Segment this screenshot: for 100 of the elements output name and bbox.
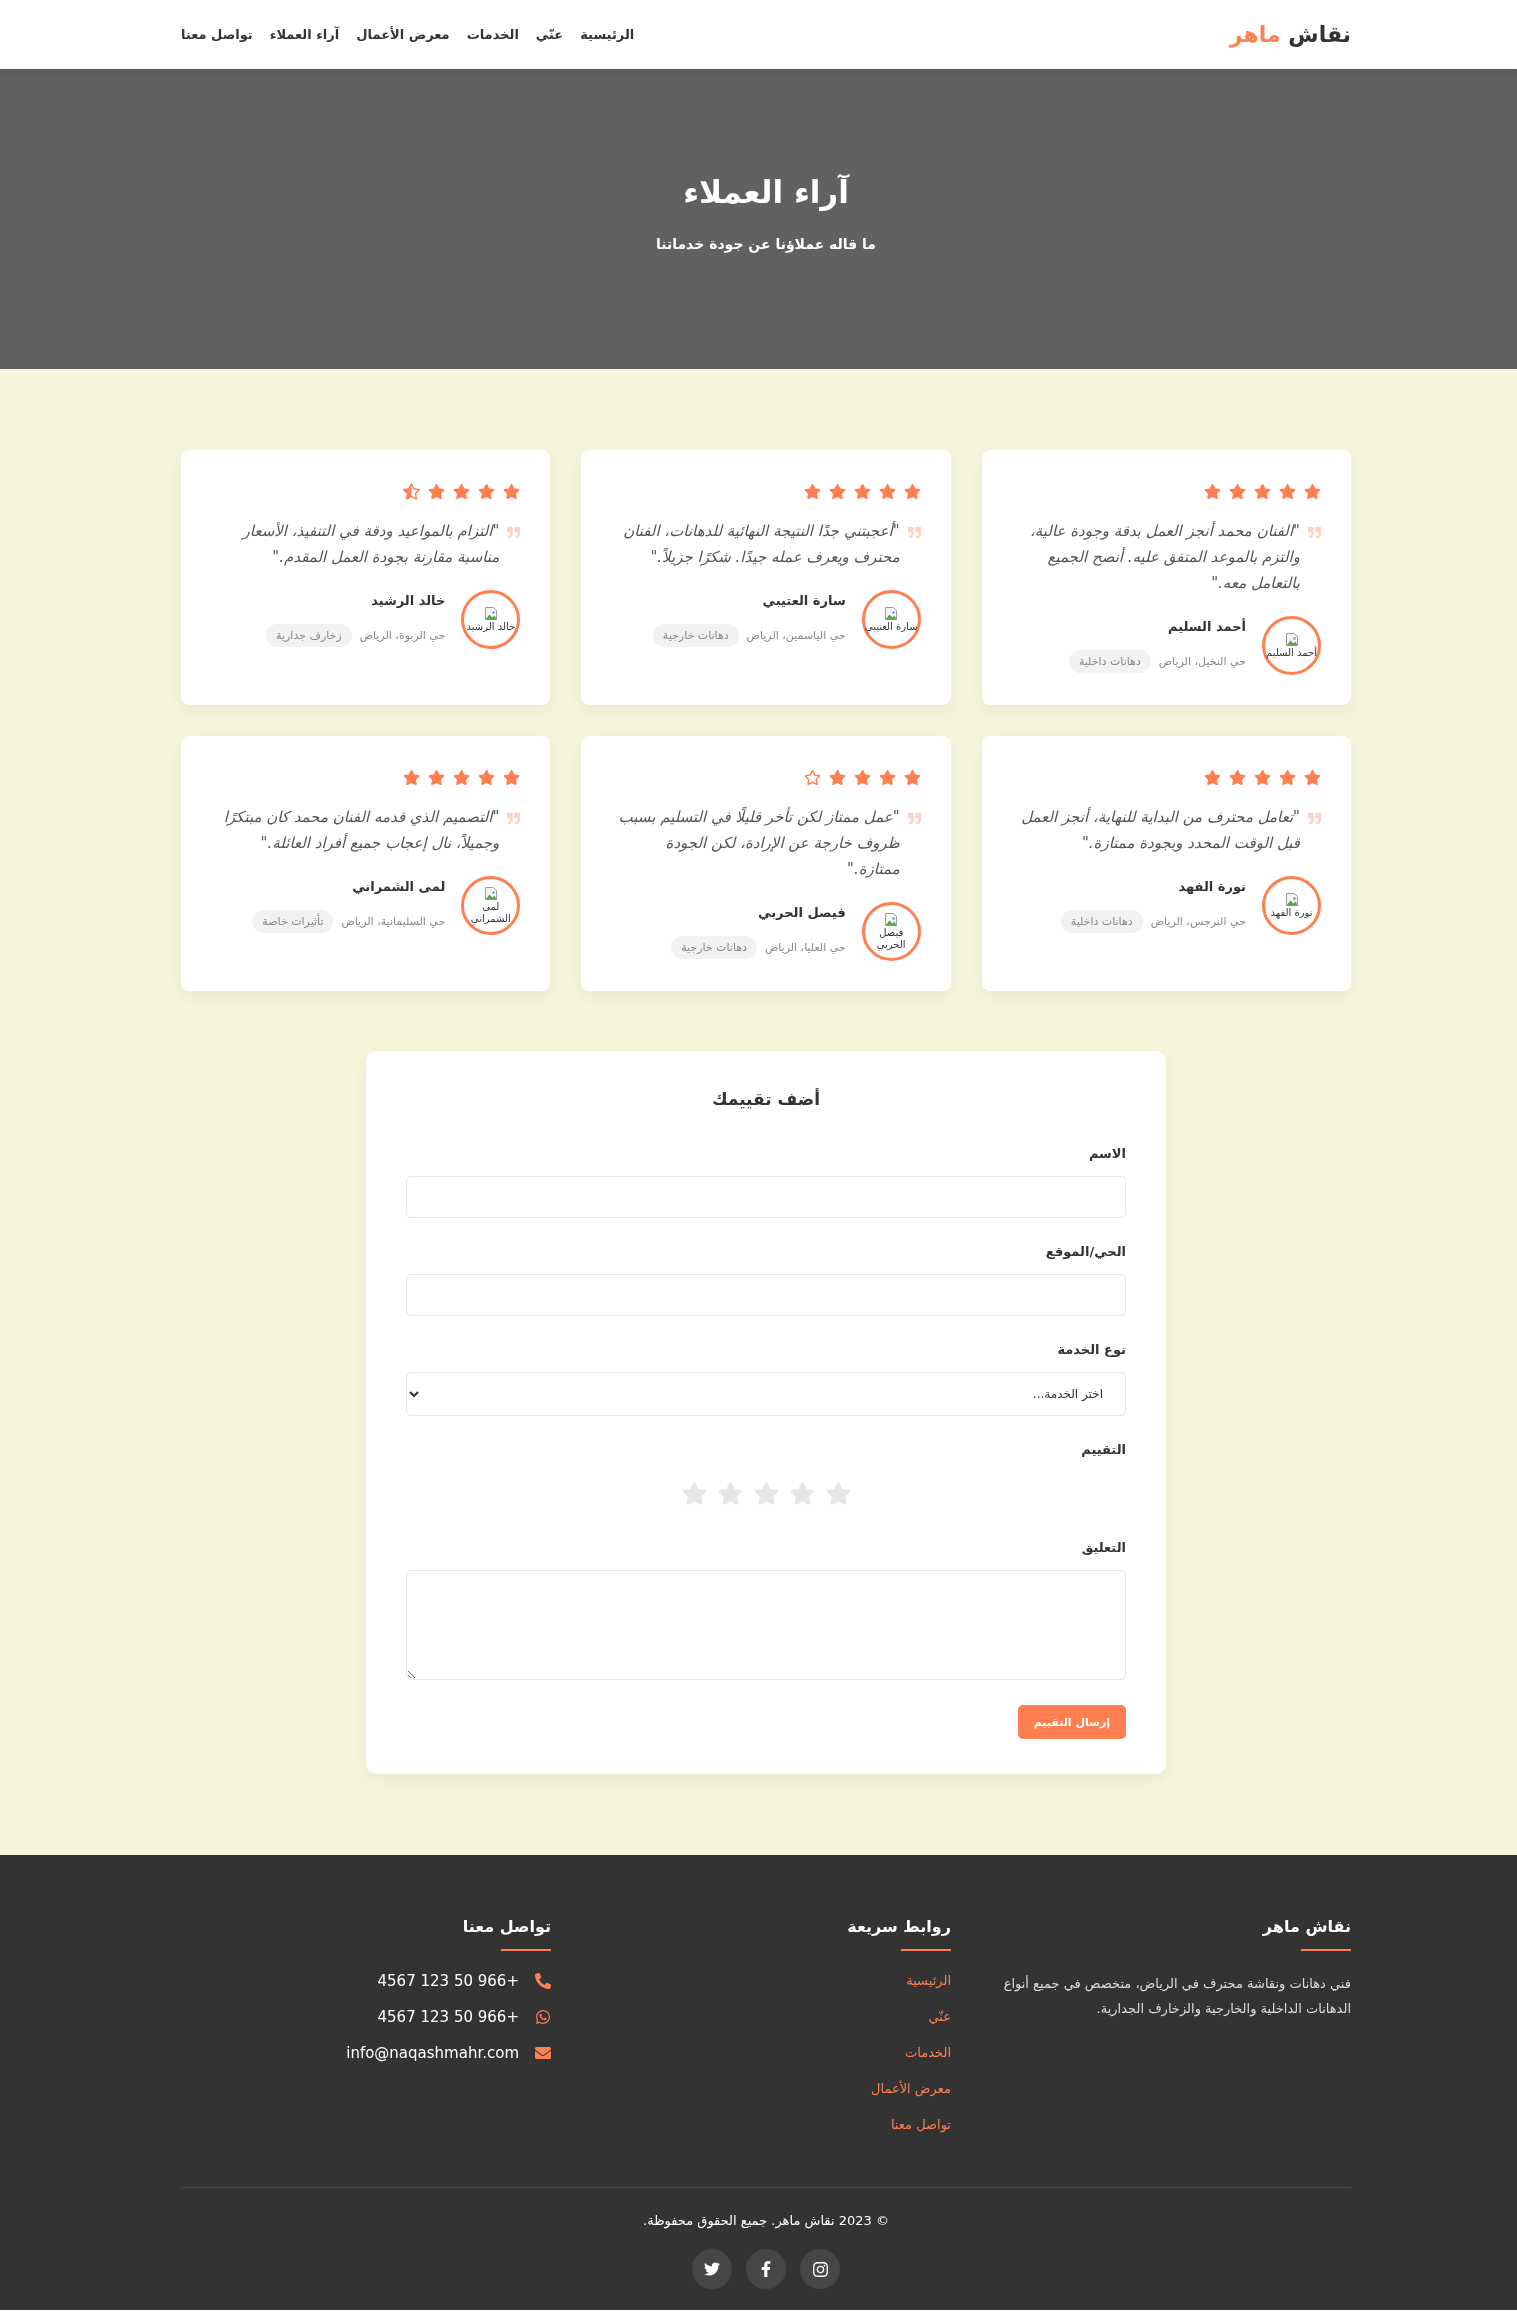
social-link[interactable] — [692, 2249, 732, 2289]
envelope-icon — [535, 2045, 551, 2061]
star-icon — [1304, 482, 1321, 500]
quote-text: "عمل ممتاز لكن تأخر قليلًا في التسليم بسبب ظروف خارجة عن الإرادة، لكن الجودة ممتازة." — [617, 805, 900, 880]
avatar-alt-text: فيصل الحربي — [875, 926, 907, 951]
nav-link[interactable]: معرض الأعمال — [356, 27, 450, 42]
customer-location: حي السليمانية، الرياض — [341, 915, 446, 928]
social-link[interactable] — [746, 2249, 786, 2289]
star-icon — [1229, 482, 1246, 500]
star-icon — [1279, 768, 1296, 786]
logo[interactable]: نقاش ماهر — [1229, 22, 1351, 47]
quote-text: "الفنان محمد أنجز العمل بدقة وجودة عالية، والتزم بالموعد المتفق عليه. أنصح الجميع بالتعامل معه." — [1028, 520, 1300, 594]
quote-icon — [907, 526, 921, 539]
star-icon — [428, 482, 446, 500]
social-link[interactable] — [800, 2249, 840, 2289]
broken-image-icon — [1285, 892, 1298, 906]
service-tag: زخارف جدارية — [266, 624, 352, 647]
input-field[interactable] — [406, 1274, 1126, 1316]
star-icon — [878, 768, 896, 786]
star-icon[interactable] — [789, 1480, 815, 1506]
star-icon — [828, 482, 846, 500]
customer-name: نورة الفهد — [1177, 878, 1246, 896]
select-field[interactable]: اختر الخدمة... — [406, 1372, 1126, 1416]
nav-link[interactable]: الرئيسية — [580, 27, 635, 42]
star-icon — [853, 482, 871, 500]
footer-heading: تواصل معنا — [461, 1916, 551, 1938]
avatar-alt-text: نورة الفهد — [1270, 906, 1313, 919]
avatar-alt-text: سارة العتيبي — [864, 620, 918, 633]
footer-description: فني دهانات ونقاشة محترف في الرياض، متخصص في جميع أنواع الدهانات الداخلية والخارجية والزخارف الجدارية. — [1002, 1974, 1351, 2019]
star-icon — [903, 768, 921, 786]
phone-number: +966 50 123 4567 — [377, 1971, 519, 1991]
star-icon — [1279, 482, 1296, 500]
broken-image-icon — [484, 886, 497, 900]
star-icon — [853, 768, 871, 786]
field-label: الحي/الموقع — [1044, 1243, 1126, 1261]
customer-name: خالد الرشيد — [370, 592, 446, 610]
star-icon — [1254, 482, 1271, 500]
instagram-icon — [811, 2260, 829, 2278]
page-subtitle: ما قاله عملاؤنا عن جودة خدماتنا — [655, 235, 877, 254]
quote-icon — [507, 812, 521, 825]
footer-link[interactable]: عنّي — [928, 2007, 951, 2027]
customer-name: فيصل الحربي — [757, 904, 846, 922]
copyright-text: © 2023 نقاش ماهر. جميع الحقوق محفوظة. — [643, 2212, 889, 2231]
star-icon — [828, 768, 846, 786]
quote-icon — [1308, 526, 1321, 539]
star-icon — [878, 482, 896, 500]
footer-heading: نقاش ماهر — [1261, 1916, 1351, 1938]
whatsapp-number: +966 50 123 4567 — [377, 2007, 519, 2027]
textarea-field[interactable] — [406, 1570, 1126, 1680]
service-tag: دهانات خارجية — [652, 624, 739, 647]
page-title: آراء العملاء — [683, 173, 849, 212]
avatar-alt-text: خالد الرشيد — [466, 620, 516, 633]
avatar-alt-text: أحمد السليم — [1266, 646, 1317, 659]
star-icon — [453, 768, 471, 786]
footer-link[interactable]: الرئيسية — [906, 1971, 951, 1991]
footer-link[interactable]: تواصل معنا — [890, 2115, 951, 2135]
broken-image-icon — [1285, 632, 1298, 646]
broken-image-icon — [484, 606, 497, 620]
customer-name: لمى الشمراني — [351, 878, 446, 896]
star-icon — [478, 482, 496, 500]
quote-text: "التصميم الذي قدمه الفنان محمد كان مبتكرًا وجميلاً، نال إعجاب جميع أفراد العائلة." — [222, 807, 500, 854]
footer-link[interactable]: معرض الأعمال — [871, 2079, 951, 2099]
customer-name: سارة العتيبي — [761, 592, 846, 610]
service-tag: تأثيرات خاصة — [252, 910, 334, 933]
star-icon[interactable] — [753, 1480, 779, 1506]
phone-icon — [535, 1973, 551, 1989]
star-icon — [903, 482, 921, 500]
nav-link[interactable]: الخدمات — [466, 27, 519, 42]
star-icon — [478, 768, 496, 786]
star-icon — [803, 482, 821, 500]
star-icon[interactable] — [717, 1480, 743, 1506]
email-address: info@naqashmahr.com — [346, 2043, 519, 2063]
star-icon — [403, 768, 421, 786]
service-tag: دهانات داخلية — [1060, 910, 1143, 933]
twitter-icon — [704, 2261, 720, 2277]
star-icon[interactable] — [825, 1480, 851, 1506]
footer-heading: روابط سريعة — [846, 1916, 951, 1938]
quote-text: "تعامل محترف من البداية للنهاية، أنجز العمل قبل الوقت المحدد وبجودة ممتازة." — [1020, 806, 1300, 854]
star-icon — [503, 768, 521, 786]
nav-link[interactable]: عنّي — [535, 27, 564, 42]
star-icon — [428, 768, 446, 786]
star-icon — [1204, 768, 1221, 786]
footer-link[interactable]: الخدمات — [905, 2043, 951, 2063]
star-outline-icon — [803, 768, 821, 786]
star-icon — [453, 482, 471, 500]
customer-name: أحمد السليم — [1167, 618, 1246, 636]
star-icon — [1304, 768, 1321, 786]
star-icon — [1204, 482, 1221, 500]
customer-location: حي الربوة، الرياض — [359, 629, 446, 642]
customer-location: حي النخيل، الرياض — [1158, 655, 1246, 668]
whatsapp-icon — [535, 2009, 551, 2025]
field-label: نوع الخدمة — [1056, 1341, 1126, 1359]
star-icon — [1254, 768, 1271, 786]
half-star-icon — [403, 482, 421, 500]
star-icon[interactable] — [681, 1480, 707, 1506]
nav-link[interactable]: آراء العملاء — [269, 27, 340, 42]
star-icon — [1229, 768, 1246, 786]
field-label: التعليق — [1080, 1539, 1126, 1557]
input-field[interactable] — [406, 1176, 1126, 1218]
nav-link[interactable]: تواصل معنا — [181, 27, 253, 42]
